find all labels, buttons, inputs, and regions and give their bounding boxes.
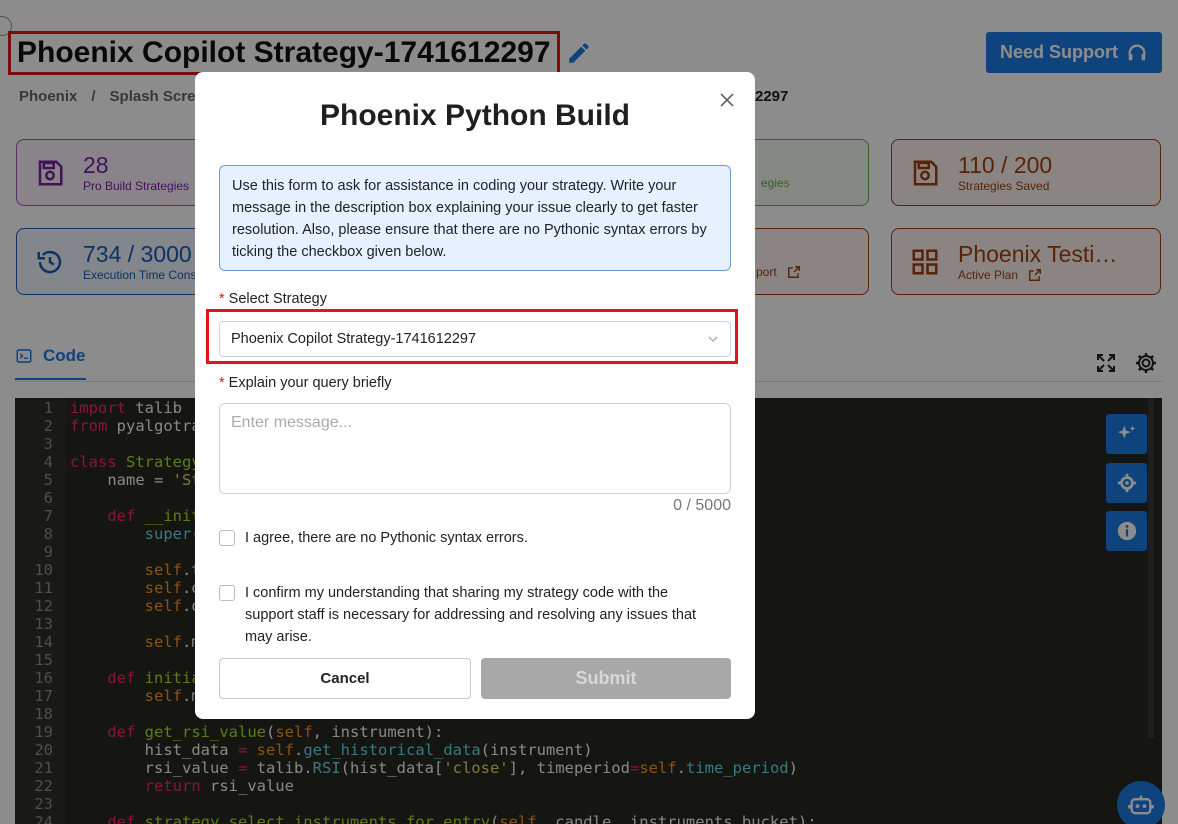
query-textarea[interactable]: Enter message... — [219, 403, 731, 494]
consent-check-row: I confirm my understanding that sharing … — [219, 582, 719, 648]
submit-button[interactable]: Submit — [481, 658, 731, 699]
strategy-select[interactable]: Phoenix Copilot Strategy-1741612297 — [219, 321, 731, 357]
close-icon — [720, 93, 734, 107]
strategy-select-value: Phoenix Copilot Strategy-1741612297 — [231, 331, 477, 347]
char-counter: 0 / 5000 — [673, 497, 731, 514]
consent-check-label: I confirm my understanding that sharing … — [245, 585, 697, 645]
select-strategy-label-text: Select Strategy — [228, 291, 327, 307]
syntax-check-row: I agree, there are no Pythonic syntax er… — [219, 527, 719, 549]
dialog-title: Phoenix Python Build — [319, 99, 630, 132]
cancel-button[interactable]: Cancel — [219, 658, 471, 699]
consent-checkbox[interactable] — [219, 585, 235, 601]
support-dialog: Phoenix Python Build Use this form to as… — [195, 72, 755, 719]
dialog-close-button[interactable] — [717, 90, 737, 110]
query-label-text: Explain your query briefly — [228, 375, 392, 391]
query-label: * Explain your query briefly — [219, 375, 391, 391]
select-strategy-label: * Select Strategy — [219, 291, 327, 307]
required-asterisk: * — [219, 375, 225, 391]
required-asterisk: * — [219, 291, 225, 307]
syntax-check-label: I agree, there are no Pythonic syntax er… — [245, 530, 528, 546]
chevron-down-icon — [708, 336, 718, 342]
info-message: Use this form to ask for assistance in c… — [219, 165, 731, 271]
syntax-checkbox[interactable] — [219, 530, 235, 546]
